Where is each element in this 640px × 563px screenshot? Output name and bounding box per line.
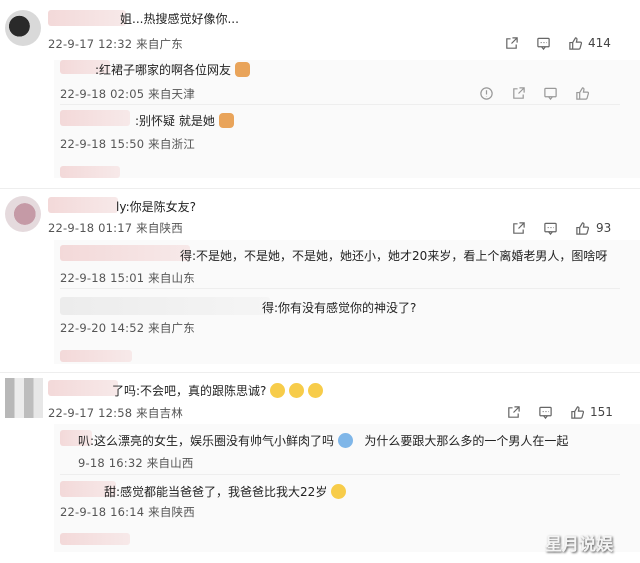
username[interactable]: [48, 10, 126, 26]
comment-content: 你是陈女友?: [129, 200, 196, 214]
thumbs-up-icon[interactable]: [574, 85, 590, 101]
reply-username[interactable]: [60, 297, 270, 315]
divider: [60, 474, 620, 475]
reply-text: 叭:这么漂亮的女生，娱乐圈没有帅气小鲜肉了吗 为什么要跟大那么多的一个男人在一起: [78, 433, 569, 448]
reply-meta: 22-9-18 16:14 来自陕西: [60, 505, 195, 519]
reply-username[interactable]: [60, 245, 190, 261]
comment-text: ly:你是陈女友?: [116, 200, 196, 214]
more-replies-link[interactable]: [60, 533, 130, 545]
divider: [0, 188, 640, 189]
share-icon[interactable]: [510, 85, 526, 101]
reply-meta: 22-9-18 15:50 来自浙江: [60, 137, 195, 151]
reply-content: 你有没有感觉你的神没了?: [278, 301, 417, 315]
share-icon[interactable]: [510, 220, 526, 236]
comment-icon[interactable]: [542, 220, 558, 236]
reply-content: 不是她，不是她，不是她，她还小，她才20来岁，看上个离婚老男人，图啥呀: [196, 249, 608, 263]
more-replies-link[interactable]: [60, 166, 120, 178]
reply-content-2: 为什么要跟大那么多的一个男人在一起: [364, 434, 569, 448]
reply-content: 别怀疑 就是她: [139, 114, 215, 128]
comment-meta: 22-9-17 12:58 来自吉林: [48, 406, 183, 420]
username[interactable]: [48, 197, 118, 213]
avatar[interactable]: [5, 10, 41, 46]
reply-content: 红裙子哪家的啊各位网友: [99, 63, 232, 77]
laugh-emoji-icon: [331, 484, 347, 499]
comment-icon[interactable]: [537, 404, 553, 420]
reply-text: 得:不是她，不是她，不是她，她还小，她才20来岁，看上个离婚老男人，图啥呀: [180, 249, 608, 263]
more-replies-link[interactable]: [60, 350, 132, 362]
grin-emoji-icon: [307, 383, 323, 398]
avatar[interactable]: [5, 378, 43, 418]
thumbs-up-icon[interactable]: [569, 404, 585, 420]
thumbs-up-icon[interactable]: [567, 35, 583, 51]
avatar[interactable]: [5, 196, 41, 232]
username[interactable]: [48, 380, 118, 396]
cat-emoji-icon: [234, 62, 250, 77]
divider: [60, 104, 620, 105]
reply-meta: 22-9-18 15:01 来自山东: [60, 271, 195, 285]
comment-meta: 22-9-17 12:32 来自广东: [48, 37, 183, 51]
emoji-icon: [337, 433, 353, 448]
report-icon[interactable]: [478, 85, 494, 101]
like-count: 414: [588, 36, 611, 50]
share-icon[interactable]: [503, 35, 519, 51]
reply-text: :别怀疑 就是她: [135, 112, 234, 129]
grin-emoji-icon: [289, 383, 305, 398]
reply-content: 感觉都能当爸爸了，我爸爸比我大22岁: [120, 485, 328, 499]
reply-meta: 9-18 16:32 来自山西: [78, 456, 194, 470]
comment-meta: 22-9-18 01:17 来自陕西: [48, 221, 183, 235]
comment-icon[interactable]: [542, 85, 558, 101]
reply-username[interactable]: [60, 110, 130, 126]
reply-content: 这么漂亮的女生，娱乐圈没有帅气小鲜肉了吗: [94, 434, 335, 448]
reply-meta: 22-9-18 02:05 来自天津: [60, 87, 195, 101]
comment-icon[interactable]: [535, 35, 551, 51]
report-icon[interactable]: [505, 404, 521, 420]
comment-text: 了吗:不会吧，真的跟陈思诚?: [112, 382, 323, 399]
watermark: 星月说娱: [545, 535, 613, 555]
grin-emoji-icon: [270, 383, 286, 398]
reply-text: :红裙子哪家的啊各位网友: [95, 61, 250, 78]
like-count: 151: [590, 405, 613, 419]
divider: [60, 288, 620, 289]
divider: [0, 372, 640, 373]
reply-meta: 22-9-20 14:52 来自广东: [60, 321, 195, 335]
comment-text: 姐...热搜感觉好像你...: [120, 12, 239, 26]
cat-emoji-icon: [218, 113, 234, 128]
like-count: 93: [596, 221, 612, 235]
thumbs-up-icon[interactable]: [574, 220, 590, 236]
comment-content: 不会吧，真的跟陈思诚?: [140, 384, 267, 398]
reply-text: 甜:感觉都能当爸爸了，我爸爸比我大22岁: [104, 483, 347, 500]
reply-text: 得:你有没有感觉你的神没了?: [262, 301, 417, 315]
